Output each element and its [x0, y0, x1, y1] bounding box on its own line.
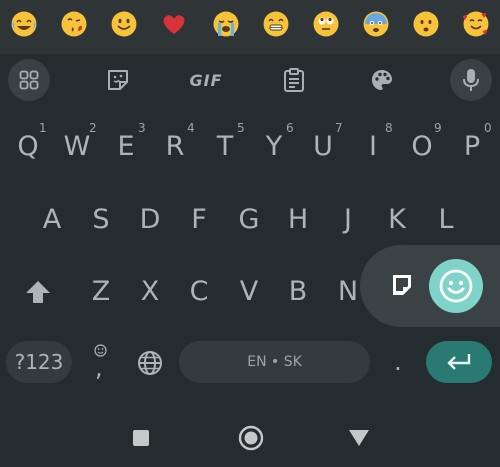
apps-grid-icon: [19, 70, 39, 90]
key-b[interactable]: B: [278, 269, 318, 315]
key-h[interactable]: H: [278, 197, 318, 243]
sticker-popup-button[interactable]: [391, 273, 415, 299]
clipboard-icon: [284, 68, 304, 92]
comma-key[interactable]: ,: [88, 342, 114, 382]
shift-key[interactable]: [18, 269, 58, 315]
frowning-face-icon[interactable]: [413, 11, 439, 37]
microphone-icon: [463, 69, 479, 91]
face-with-rolling-eyes-icon[interactable]: [313, 11, 339, 37]
emoji-popup-button[interactable]: [429, 259, 483, 313]
back-triangle-icon: [349, 430, 369, 446]
voice-input-button[interactable]: [450, 59, 492, 101]
space-bar[interactable]: EN • SK: [179, 341, 370, 383]
sticker-icon: [393, 275, 411, 295]
key-z[interactable]: Z: [81, 269, 121, 315]
anxious-face-icon[interactable]: [363, 11, 389, 37]
key-o-hint: 9: [434, 121, 442, 135]
key-t-hint: 5: [237, 121, 245, 135]
recents-icon: [133, 430, 149, 446]
key-g[interactable]: G: [229, 197, 269, 243]
palette-icon: [372, 70, 392, 90]
smiling-face-with-hearts-icon[interactable]: [463, 11, 489, 37]
face-blowing-kiss-icon[interactable]: [61, 11, 87, 37]
key-q-hint: 1: [39, 121, 47, 135]
key-y-hint: 6: [286, 121, 294, 135]
key-c[interactable]: C: [179, 269, 219, 315]
globe-icon: [138, 351, 162, 375]
sticker-button[interactable]: [96, 58, 140, 102]
theme-button[interactable]: [360, 58, 404, 102]
key-w-hint: 2: [89, 121, 97, 135]
emoji-suggestion-bar: [0, 0, 500, 54]
recents-button[interactable]: [132, 429, 150, 447]
navigation-bar: [0, 410, 500, 467]
key-a[interactable]: A: [32, 197, 72, 243]
keyboard-toolbar: GIF: [0, 54, 500, 110]
key-u-hint: 7: [335, 121, 343, 135]
clipboard-button[interactable]: [272, 58, 316, 102]
key-v[interactable]: V: [229, 269, 269, 315]
apps-grid-button[interactable]: [8, 59, 50, 101]
key-p-hint: 0: [484, 121, 492, 135]
key-f[interactable]: F: [179, 197, 219, 243]
key-l[interactable]: L: [426, 197, 466, 243]
home-button[interactable]: [238, 425, 264, 451]
key-r-hint: 4: [187, 121, 195, 135]
grinning-face-icon[interactable]: [263, 11, 289, 37]
key-j[interactable]: J: [328, 197, 368, 243]
shift-icon: [26, 281, 50, 303]
loudly-crying-face-icon[interactable]: [213, 11, 239, 37]
enter-key[interactable]: [426, 341, 492, 383]
period-key[interactable]: .: [388, 345, 408, 379]
symbols-key[interactable]: ?123: [6, 341, 72, 383]
gif-label: GIF: [189, 70, 223, 90]
key-s[interactable]: S: [81, 197, 121, 243]
key-i-hint: 8: [385, 121, 393, 135]
smiley-icon: [439, 269, 473, 303]
key-k[interactable]: K: [377, 197, 417, 243]
language-switch-key[interactable]: [137, 350, 163, 376]
enter-icon: [447, 354, 471, 370]
gif-button[interactable]: GIF: [184, 58, 228, 102]
back-button[interactable]: [348, 429, 370, 447]
comma-label: ,: [95, 354, 103, 382]
home-icon: [238, 425, 264, 451]
key-x[interactable]: X: [130, 269, 170, 315]
face-with-tears-of-joy-icon[interactable]: [11, 11, 37, 37]
red-heart-icon[interactable]: [161, 11, 187, 37]
key-e-hint: 3: [138, 121, 146, 135]
key-d[interactable]: D: [130, 197, 170, 243]
smiling-face-icon[interactable]: [111, 11, 137, 37]
sticker-icon: [108, 70, 128, 90]
